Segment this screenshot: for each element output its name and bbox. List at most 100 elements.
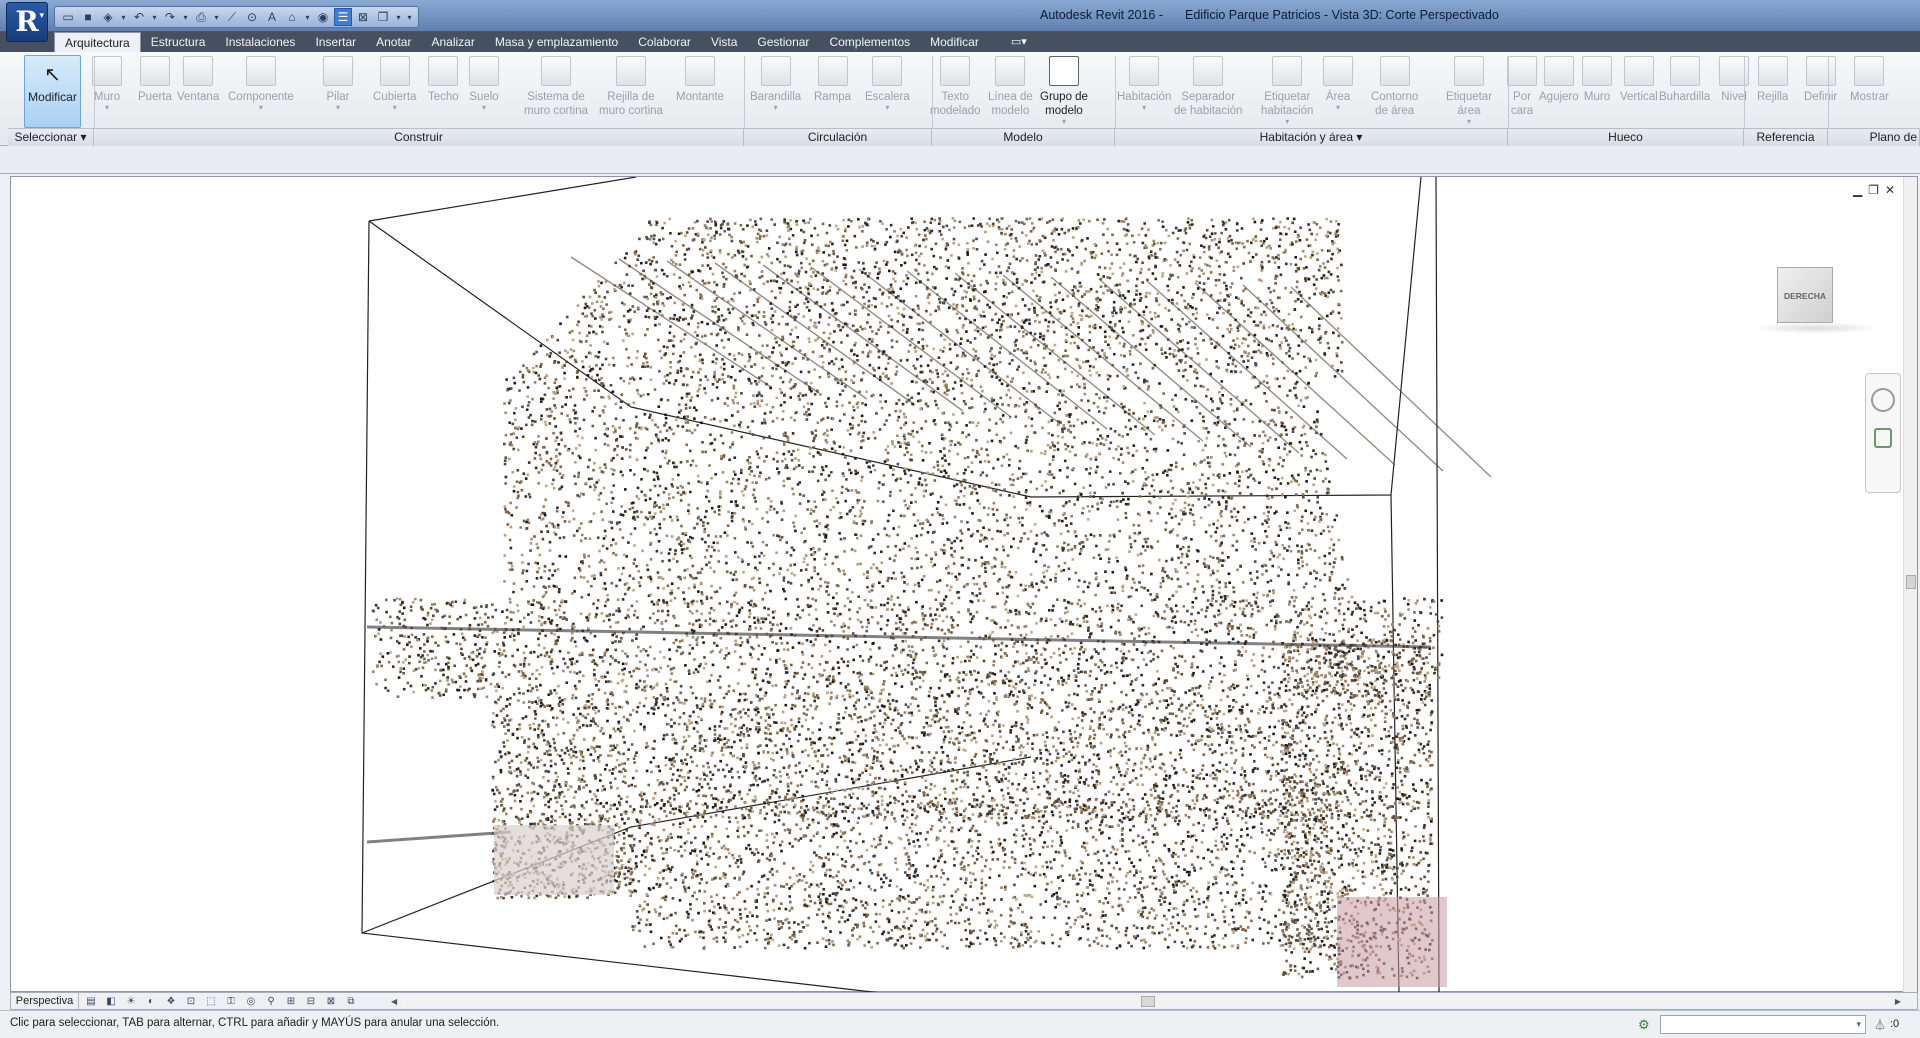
tab-arquitectura[interactable]: Arquitectura: [54, 32, 141, 52]
tab-insertar[interactable]: Insertar: [305, 32, 366, 52]
tool-cubierta[interactable]: Cubierta ▾: [373, 56, 416, 112]
tab-colaborar[interactable]: Colaborar: [628, 32, 701, 52]
tool-rejilla2-label: Rejilla: [1757, 91, 1789, 103]
tab-vista[interactable]: Vista: [701, 32, 747, 52]
point: [842, 257, 846, 260]
3d-view-icon[interactable]: ⌂: [283, 8, 301, 26]
point: [1122, 498, 1125, 501]
point: [1331, 240, 1334, 243]
print-icon[interactable]: ⎙: [192, 8, 210, 26]
tab-modificar[interactable]: Modificar: [920, 32, 989, 52]
tool-pilar[interactable]: Pilar ▾: [323, 56, 353, 112]
tool-grupo[interactable]: Grupo de modelo ▾: [1040, 56, 1088, 126]
tool-separador[interactable]: Separador de habitación: [1174, 56, 1242, 118]
panel-seleccionar[interactable]: Seleccionar ▾: [8, 128, 94, 146]
point: [846, 300, 849, 304]
point: [760, 275, 764, 278]
tool-suelo[interactable]: Suelo ▾: [469, 56, 499, 112]
tool-area-dropdown-icon[interactable]: ▾: [1323, 104, 1353, 112]
tool-etiquetar-area[interactable]: Etiquetar área ▾: [1446, 56, 1492, 126]
tool-etiquetar-area-dropdown-icon[interactable]: ▾: [1446, 118, 1492, 126]
tool-ventana[interactable]: Ventana: [177, 56, 219, 104]
undo-icon[interactable]: ↶: [130, 8, 148, 26]
tool-area[interactable]: Área ▾: [1323, 56, 1353, 112]
tab-estructura[interactable]: Estructura: [141, 32, 216, 52]
point: [719, 535, 722, 538]
panel-habitacion[interactable]: Habitación y área ▾: [1115, 128, 1508, 146]
tool-muro2[interactable]: Muro: [1582, 56, 1612, 104]
tool-etiquetar-hab[interactable]: Etiquetar habitación ▾: [1261, 56, 1313, 126]
tool-rejilla2[interactable]: Rejilla: [1757, 56, 1788, 104]
point: [1211, 225, 1215, 228]
tool-agujero[interactable]: Agujero: [1539, 56, 1579, 104]
tool-escalera-dropdown-icon[interactable]: ▾: [865, 104, 910, 112]
switch-windows-icon[interactable]: ❐: [374, 8, 392, 26]
section-icon[interactable]: ◉: [314, 8, 332, 26]
point: [1201, 473, 1204, 476]
tool-contorno[interactable]: Contorno de área: [1371, 56, 1418, 118]
tool-componente-dropdown-icon[interactable]: ▾: [228, 104, 294, 112]
ribbon-minimize-icon[interactable]: ▭▾: [1011, 32, 1027, 52]
tool-escalera[interactable]: Escalera ▾: [865, 56, 910, 112]
tool-puerta[interactable]: Puerta: [138, 56, 172, 104]
tool-barandilla[interactable]: Barandilla ▾: [750, 56, 801, 112]
point: [758, 581, 762, 585]
point: [704, 540, 707, 544]
tool-montante[interactable]: Montante: [676, 56, 724, 104]
point: [690, 396, 694, 399]
3d-view-canvas[interactable]: ▁ ❐ ✕ DERECHA: [10, 176, 1918, 993]
tool-rampa[interactable]: Rampa: [814, 56, 851, 104]
undo-dropdown-icon[interactable]: ▾: [150, 8, 159, 26]
tab-gestionar[interactable]: Gestionar: [747, 32, 819, 52]
switch-windows-dropdown-icon[interactable]: ▾: [394, 8, 403, 26]
tool-vertical[interactable]: Vertical: [1620, 56, 1658, 104]
text-icon[interactable]: A: [263, 8, 281, 26]
point: [873, 245, 877, 248]
tab-analizar[interactable]: Analizar: [421, 32, 484, 52]
tool-buhardilla[interactable]: Buhardilla: [1659, 56, 1710, 104]
point: [960, 337, 963, 341]
tool-grupo-dropdown-icon[interactable]: ▾: [1040, 118, 1088, 126]
tool-muro[interactable]: Muro ▾: [92, 56, 122, 112]
tool-techo[interactable]: Techo: [428, 56, 459, 104]
modify-tool-button[interactable]: ↖ Modificar: [24, 55, 81, 128]
dimension-icon[interactable]: ⊙: [243, 8, 261, 26]
measure-icon[interactable]: ⟋: [223, 8, 241, 26]
customize-qat-icon[interactable]: ▾: [405, 8, 414, 26]
sync-dropdown-icon[interactable]: ▾: [119, 8, 128, 26]
save-icon[interactable]: ■: [79, 8, 97, 26]
tool-suelo-dropdown-icon[interactable]: ▾: [469, 104, 499, 112]
thin-lines-icon[interactable]: ☰: [334, 8, 352, 26]
close-hidden-icon[interactable]: ⊠: [354, 8, 372, 26]
application-menu-button[interactable]: R ▾: [6, 2, 48, 42]
point: [914, 268, 917, 272]
point: [1034, 362, 1037, 366]
tool-rejilla[interactable]: Rejilla de muro cortina: [599, 56, 663, 118]
tab-masa[interactable]: Masa y emplazamiento: [485, 32, 628, 52]
tab-anotar[interactable]: Anotar: [366, 32, 421, 52]
redo-dropdown-icon[interactable]: ▾: [181, 8, 190, 26]
tool-habitacion-dropdown-icon[interactable]: ▾: [1117, 104, 1171, 112]
tool-cubierta-dropdown-icon[interactable]: ▾: [373, 104, 416, 112]
redo-icon[interactable]: ↷: [161, 8, 179, 26]
open-icon[interactable]: ▭: [59, 8, 77, 26]
tool-etiquetar-hab-dropdown-icon[interactable]: ▾: [1261, 118, 1313, 126]
tool-pilar-dropdown-icon[interactable]: ▾: [323, 104, 353, 112]
tool-barandilla-dropdown-icon[interactable]: ▾: [750, 104, 801, 112]
tab-complementos[interactable]: Complementos: [819, 32, 920, 52]
point: [974, 354, 977, 358]
sync-icon[interactable]: ◈: [99, 8, 117, 26]
point-cloud-scene[interactable]: [11, 177, 1905, 993]
tool-muro-dropdown-icon[interactable]: ▾: [92, 104, 122, 112]
tool-componente[interactable]: Componente ▾: [228, 56, 294, 112]
tool-mostrar[interactable]: Mostrar: [1850, 56, 1889, 104]
tool-sistema[interactable]: Sistema de muro cortina: [524, 56, 588, 118]
tab-instalaciones[interactable]: Instalaciones: [215, 32, 305, 52]
print-dropdown-icon[interactable]: ▾: [212, 8, 221, 26]
tool-texto[interactable]: Texto modelado: [930, 56, 981, 118]
tool-porcara[interactable]: Por cara: [1507, 56, 1537, 118]
3d-view-dropdown-icon[interactable]: ▾: [303, 8, 312, 26]
tool-habitacion[interactable]: Habitación ▾: [1117, 56, 1171, 112]
tool-linea[interactable]: Línea de modelo: [988, 56, 1033, 118]
tool-definir[interactable]: Definir: [1804, 56, 1837, 104]
